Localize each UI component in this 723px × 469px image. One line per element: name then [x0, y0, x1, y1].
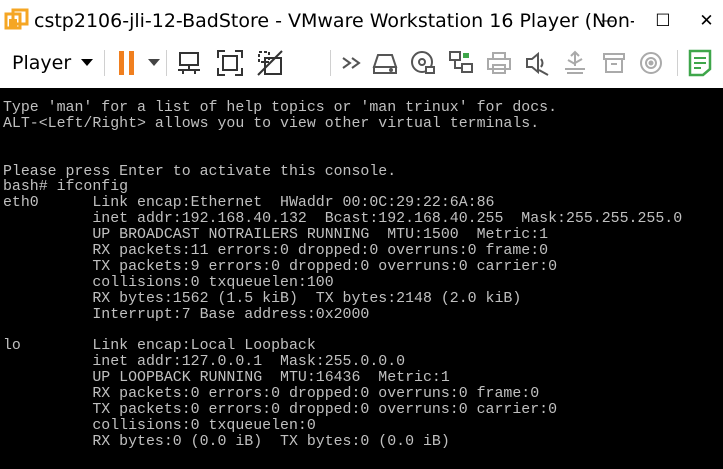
console-line: TX packets:0 errors:0 dropped:0 overruns… — [3, 401, 558, 418]
console-line: RX bytes:1562 (1.5 kiB) TX bytes:2148 (2… — [3, 290, 522, 307]
console-line: Interrupt:7 Base address:0x2000 — [3, 306, 370, 323]
console-line: RX bytes:0 (0.0 iB) TX bytes:0 (0.0 iB) — [3, 433, 450, 450]
console-line: ALT-<Left/Right> allows you to view othe… — [3, 115, 540, 132]
player-menu-button[interactable]: Player — [4, 48, 101, 78]
hard-disk-icon — [372, 54, 398, 74]
usb-icon — [565, 50, 585, 74]
console-line: Please press Enter to activate this cons… — [3, 163, 397, 180]
removable-device-button[interactable] — [599, 48, 629, 78]
maximize-button[interactable]: ☐ — [640, 0, 686, 42]
send-ctrl-alt-del-button[interactable] — [172, 48, 206, 78]
unity-icon — [257, 50, 283, 76]
network-adapter-icon — [449, 51, 473, 73]
player-menu-label: Player — [12, 52, 72, 74]
minimize-button[interactable]: — — [585, 0, 631, 42]
pause-button[interactable] — [114, 48, 140, 78]
forward-icon — [342, 57, 361, 69]
camera-button[interactable] — [636, 48, 666, 78]
console-line: UP LOOPBACK RUNNING MTU:16436 Metric:1 — [3, 370, 450, 387]
console-line: inet addr:192.168.40.132 Bcast:192.168.4… — [3, 211, 683, 228]
vm-console[interactable]: Type 'man' for a list of help topics or … — [0, 88, 723, 469]
send-ctrl-alt-del-icon — [178, 52, 200, 74]
console-line: TX packets:9 errors:0 dropped:0 overruns… — [3, 258, 558, 275]
console-line: collisions:0 txqueuelen:100 — [3, 274, 334, 291]
console-line: inet addr:127.0.0.1 Mask:255.0.0.0 — [3, 354, 406, 371]
sound-card-button[interactable] — [522, 48, 552, 78]
toolbar-separator — [677, 50, 678, 76]
console-line: RX packets:0 errors:0 dropped:0 overruns… — [3, 386, 540, 403]
toolbar-separator — [330, 50, 331, 76]
usb-button[interactable] — [560, 48, 590, 78]
console-line: Type 'man' for a list of help topics or … — [3, 100, 558, 116]
message-log-button[interactable] — [684, 48, 716, 78]
console-line: UP BROADCAST NOTRAILERS RUNNING MTU:1500… — [3, 227, 549, 244]
toolbar-separator — [104, 50, 105, 76]
cd-dvd-icon — [411, 51, 435, 74]
close-icon: ✕ — [699, 11, 714, 31]
console-output: Type 'man' for a list of help topics or … — [3, 100, 683, 451]
printer-icon — [487, 52, 511, 74]
unity-button[interactable] — [253, 48, 287, 78]
console-line: bash# ifconfig — [3, 179, 129, 196]
console-line: lo Link encap:Local Loopback — [3, 338, 316, 355]
cd-dvd-button[interactable] — [408, 48, 438, 78]
hard-disk-button[interactable] — [370, 48, 400, 78]
power-options-dropdown[interactable] — [144, 48, 164, 78]
network-adapter-button[interactable] — [446, 48, 476, 78]
minimize-icon: — — [601, 13, 615, 29]
forward-button[interactable] — [338, 48, 366, 78]
console-line: collisions:0 txqueuelen:0 — [3, 417, 316, 434]
message-log-icon — [688, 49, 712, 77]
pause-icon — [119, 51, 134, 75]
window-title: cstp2106-jli-12-BadStore - VMware Workst… — [34, 10, 634, 32]
printer-button[interactable] — [484, 48, 514, 78]
toolbar-separator — [166, 50, 167, 76]
full-screen-button[interactable] — [213, 48, 247, 78]
console-line: eth0 Link encap:Ethernet HWaddr 00:0C:29… — [3, 195, 495, 212]
sound-card-icon — [526, 51, 549, 76]
full-screen-icon — [217, 50, 243, 76]
title-bar[interactable]: cstp2106-jli-12-BadStore - VMware Workst… — [0, 0, 723, 42]
dropdown-arrow-icon — [81, 59, 94, 66]
camera-icon — [640, 52, 662, 74]
dropdown-arrow-icon — [148, 59, 160, 66]
vmware-app-icon — [4, 8, 29, 30]
removable-device-icon — [603, 53, 625, 73]
console-line: RX packets:11 errors:0 dropped:0 overrun… — [3, 243, 549, 260]
close-button[interactable]: ✕ — [690, 0, 723, 42]
maximize-icon: ☐ — [655, 11, 671, 31]
